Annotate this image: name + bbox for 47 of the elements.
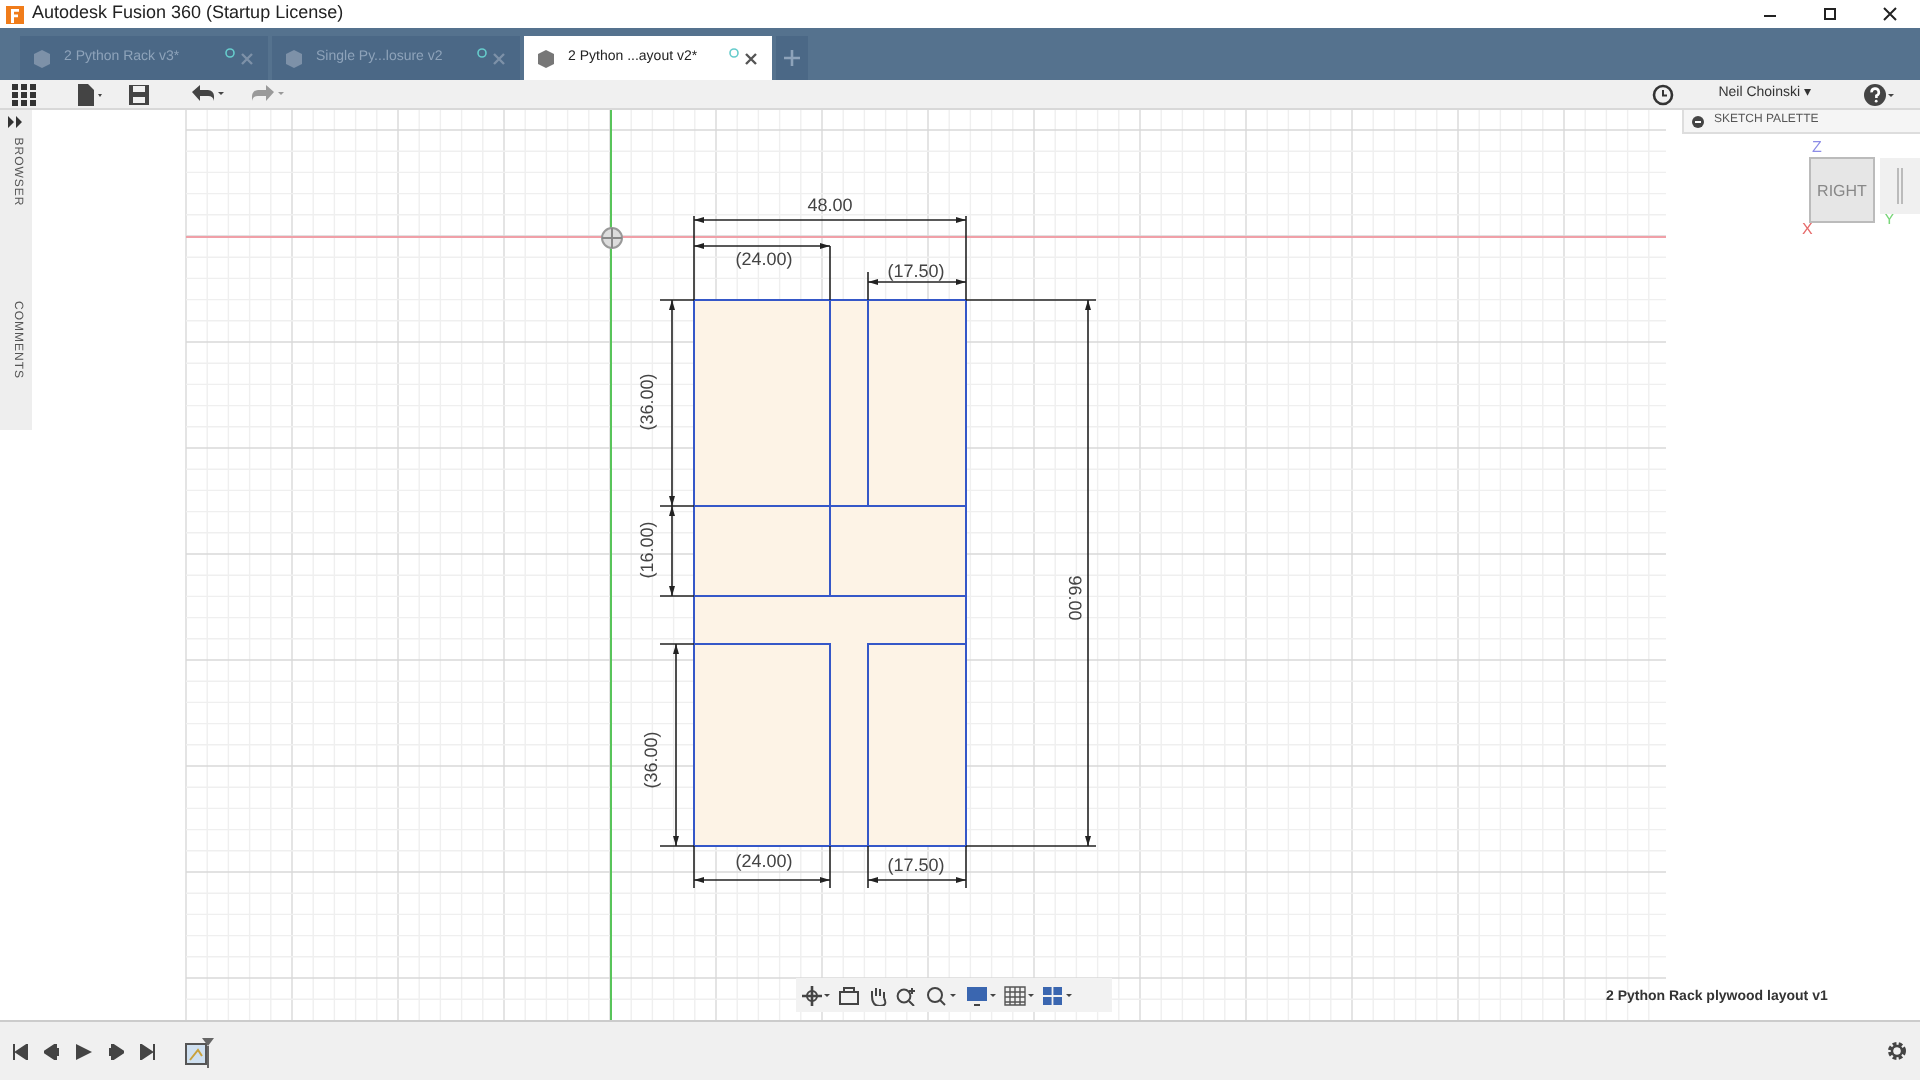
display-icon[interactable]	[966, 985, 996, 1005]
play-icon[interactable]	[76, 1043, 92, 1059]
save-icon[interactable]	[128, 83, 150, 105]
timeline-sketch-icon[interactable]	[184, 1035, 216, 1067]
axis-label: X	[1802, 220, 1813, 238]
dimension-label[interactable]: (24.00)	[735, 850, 793, 871]
box-icon	[536, 48, 556, 68]
settings-icon[interactable]	[1886, 1040, 1908, 1062]
dimension-label[interactable]: (17.50)	[887, 854, 945, 875]
close-icon[interactable]	[1882, 6, 1898, 22]
zoom-window-icon[interactable]	[926, 985, 958, 1005]
viewports-icon[interactable]	[1042, 985, 1072, 1005]
file-icon[interactable]	[76, 83, 104, 105]
look-at-icon[interactable]	[838, 985, 860, 1005]
zoom-icon[interactable]	[896, 985, 918, 1005]
expand-icon[interactable]	[8, 116, 24, 128]
skip-to-start-icon[interactable]	[12, 1043, 28, 1059]
skip-to-end-icon[interactable]	[140, 1043, 156, 1059]
dimension-label[interactable]: 96.00	[1065, 575, 1086, 621]
dimension-line	[867, 279, 967, 285]
box-icon	[284, 48, 304, 68]
window-title: Autodesk Fusion 360 (Startup License)	[32, 0, 344, 27]
step-back-icon[interactable]	[44, 1043, 60, 1059]
maximize-icon[interactable]	[1822, 6, 1838, 22]
help-icon[interactable]	[1864, 83, 1896, 105]
box-icon	[32, 48, 52, 68]
dimension-line	[867, 877, 967, 883]
dimension-label[interactable]: 48.00	[807, 194, 853, 215]
app-logo-icon	[6, 5, 24, 23]
collapse-icon	[1692, 115, 1704, 127]
step-forward-icon[interactable]	[108, 1043, 124, 1059]
dimension-label[interactable]: (17.50)	[887, 260, 945, 281]
undo-icon[interactable]	[190, 84, 226, 104]
close-tab-icon[interactable]	[728, 48, 760, 68]
orbit-icon[interactable]	[802, 985, 830, 1005]
grid-menu-icon[interactable]	[12, 83, 36, 105]
pan-hand-icon[interactable]	[868, 985, 888, 1005]
clock-icon[interactable]	[1652, 83, 1675, 105]
dimension-line	[693, 877, 831, 883]
dimension-line	[693, 243, 831, 249]
dimension-label[interactable]: (36.00)	[636, 373, 657, 431]
axis-label: Z	[1812, 138, 1822, 156]
dimension-label[interactable]: (16.00)	[636, 521, 657, 579]
grid-icon[interactable]	[1004, 985, 1034, 1005]
dimension-label[interactable]: (24.00)	[735, 248, 793, 269]
drag-handle-icon[interactable]	[1896, 168, 1904, 204]
dimension-label[interactable]: (36.00)	[640, 731, 661, 789]
